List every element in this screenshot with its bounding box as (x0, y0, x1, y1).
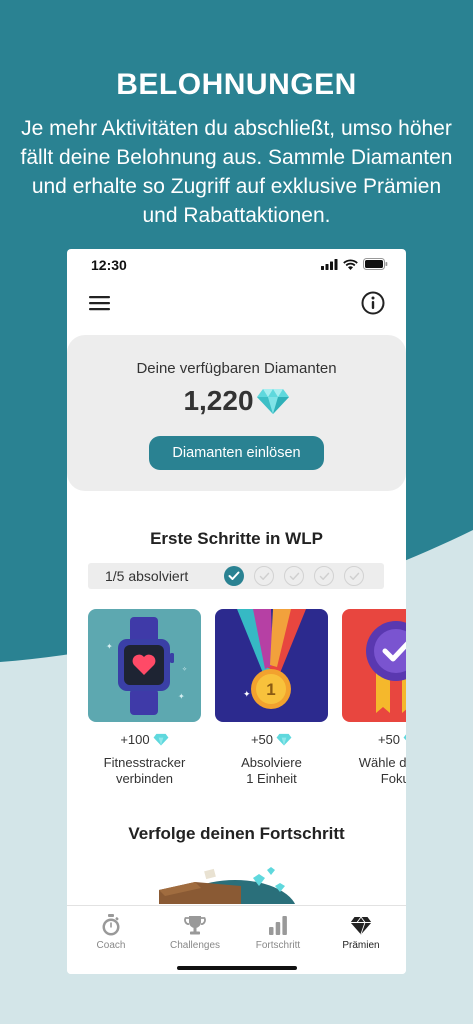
medal-icon: 1 ✦ (215, 609, 328, 722)
task-reward: +50 (215, 732, 328, 747)
task-name-line1: Wähle deinen (358, 755, 406, 770)
info-icon[interactable] (360, 290, 386, 316)
check-open-icon (284, 566, 304, 586)
tab-label: Challenges (169, 940, 221, 951)
task-name-line2: Fokus (380, 771, 406, 786)
task-name-line1: Absolviere (241, 755, 302, 770)
bar-chart-icon (236, 914, 320, 936)
diamond-icon (153, 733, 169, 746)
task-name: Wähle deinen Fokus (342, 755, 406, 787)
app-header (67, 287, 406, 321)
tab-label: Coach (96, 940, 126, 951)
status-time: 12:30 (91, 257, 127, 273)
trophy-icon (153, 914, 237, 936)
tab-praemien[interactable]: Prämien (319, 914, 403, 951)
check-open-icon (254, 566, 274, 586)
wifi-icon (343, 258, 358, 270)
task-name-line2: verbinden (115, 771, 174, 786)
task-reward: +100 (88, 732, 201, 747)
task-reward-value: +100 (120, 732, 150, 747)
task-name-line2: 1 Einheit (246, 771, 297, 786)
svg-text:1: 1 (266, 680, 275, 699)
first-steps-progress: 1/5 absolviert (88, 563, 384, 589)
task-card-einheit[interactable]: 1 ✦ +50 Absolviere 1 Einheit (215, 609, 328, 787)
tab-label: Fortschritt (255, 940, 301, 951)
check-open-icon (314, 566, 334, 586)
diamond-amount: 1,220 (183, 385, 254, 416)
progress-section-title: Verfolge deinen Fortschritt (128, 824, 345, 843)
svg-text:✦: ✦ (106, 642, 113, 651)
diamond-icon (319, 914, 403, 936)
status-bar: 12:30 (67, 249, 406, 281)
stopwatch-icon (69, 914, 153, 936)
diamond-amount-row: 1,220 (67, 385, 406, 417)
tab-coach[interactable]: Coach (69, 914, 153, 951)
first-steps-progress-label: 1/5 absolviert (105, 568, 189, 584)
tab-label: Prämien (342, 940, 380, 951)
task-reward: +50 (342, 732, 406, 747)
promo-title: BELOHNUNGEN (116, 68, 357, 101)
task-reward-value: +50 (250, 732, 274, 747)
svg-text:✦: ✦ (178, 692, 185, 701)
task-name-line1: Fitnesstracker (103, 755, 186, 770)
tab-challenges[interactable]: Challenges (153, 914, 237, 951)
progress-illustration (159, 867, 296, 904)
diamond-icon (276, 733, 292, 746)
task-name: Absolviere 1 Einheit (215, 755, 328, 787)
task-reward-value: +50 (377, 732, 401, 747)
task-name: Fitnesstracker verbinden (88, 755, 201, 787)
bottom-tab-bar: Coach Challenges Fortschritt Prämien (67, 905, 406, 974)
check-open-icon (344, 566, 364, 586)
svg-text:✦: ✦ (243, 690, 251, 700)
smartwatch-heart-icon: ✦ ✦ ✧ (88, 609, 201, 722)
check-done-icon (224, 566, 244, 586)
battery-icon (363, 258, 388, 270)
diamond-icon (403, 734, 406, 741)
diamond-balance-card: Deine verfügbaren Diamanten 1,220 Diaman… (67, 335, 406, 491)
progress-checks (224, 566, 364, 586)
task-card-fokus[interactable]: +50 Wähle deinen Fokus (342, 609, 406, 787)
home-indicator (177, 966, 297, 970)
first-steps-cards: ✦ ✦ ✧ +100 Fitnesstracker verbinden 1 ✦ … (88, 609, 406, 799)
redeem-diamonds-button[interactable]: Diamanten einlösen (149, 436, 324, 470)
promo-text: Je mehr Aktivitäten du abschließt, umso … (20, 117, 453, 227)
signal-icon (321, 258, 338, 270)
diamond-icon (256, 389, 289, 414)
first-steps-title: Erste Schritte in WLP (150, 529, 323, 548)
badge-check-icon (342, 609, 406, 722)
status-icons (321, 258, 388, 270)
svg-text:✧: ✧ (182, 666, 187, 673)
diamond-balance-label: Deine verfügbaren Diamanten (136, 360, 337, 377)
phone-screen: 12:30 Deine verfügbaren Diamanten 1,220 … (67, 249, 406, 974)
menu-icon[interactable] (87, 291, 113, 315)
task-card-fitnesstracker[interactable]: ✦ ✦ ✧ +100 Fitnesstracker verbinden (88, 609, 201, 787)
tab-fortschritt[interactable]: Fortschritt (236, 914, 320, 951)
